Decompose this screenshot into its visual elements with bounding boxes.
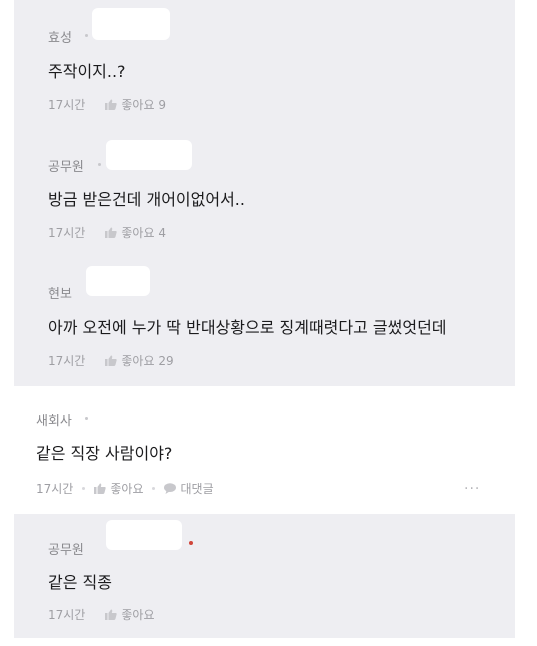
comment-text: 같은 직장 사람이야? [36, 444, 173, 463]
comment-meta: 17시간 좋아요 29 [48, 352, 174, 369]
like-button[interactable]: 좋아요 [105, 606, 154, 623]
redacted-name-mask [86, 266, 150, 296]
thumbs-up-icon [105, 355, 118, 366]
comment-meta: 17시간 좋아요 4 [48, 224, 166, 241]
comment-meta: 17시간 좋아요 9 [48, 96, 166, 113]
comment-text: 같은 직종 [48, 573, 112, 592]
timestamp: 17시간 [48, 608, 86, 622]
like-button[interactable]: 좋아요 [94, 480, 143, 497]
comment-author[interactable]: 공무원 [48, 539, 84, 558]
like-label: 좋아요 [121, 608, 155, 622]
comment-author[interactable]: 현보 [48, 283, 72, 302]
thumbs-up-icon [105, 609, 118, 620]
like-button[interactable]: 좋아요 4 [105, 224, 166, 241]
separator-dot [98, 163, 101, 166]
like-label: 좋아요 [110, 482, 144, 496]
redacted-name-mask [92, 8, 170, 40]
author-badge-dot [189, 541, 193, 545]
timestamp: 17시간 [48, 354, 86, 368]
timestamp: 17시간 [48, 98, 86, 112]
comment-meta: 17시간 좋아요 대댓글 [36, 480, 214, 497]
comment-text: 주작이지..? [48, 62, 126, 81]
comment-author[interactable]: 공무원 [48, 156, 84, 175]
like-count: 29 [158, 353, 174, 368]
like-button[interactable]: 좋아요 29 [105, 352, 174, 369]
comment-author[interactable]: 효성 [48, 27, 72, 46]
like-label: 좋아요 [121, 226, 155, 240]
reply-button[interactable]: 대댓글 [164, 480, 214, 497]
redacted-name-mask [106, 140, 192, 170]
comment-text: 방금 받은건데 개어이없어서.. [48, 190, 245, 209]
more-options-icon[interactable]: ··· [464, 481, 480, 497]
separator-dot [82, 487, 86, 490]
like-count: 9 [158, 97, 166, 112]
timestamp: 17시간 [36, 482, 74, 496]
thumbs-up-icon [105, 99, 118, 110]
speech-bubble-icon [164, 483, 177, 494]
separator-dot [85, 417, 88, 420]
thumbs-up-icon [94, 483, 107, 494]
comment-meta: 17시간 좋아요 [48, 606, 154, 623]
reply-label: 대댓글 [180, 482, 214, 496]
separator-dot [85, 34, 88, 37]
timestamp: 17시간 [48, 226, 86, 240]
redacted-name-mask [106, 520, 182, 550]
like-button[interactable]: 좋아요 9 [105, 96, 166, 113]
comment-author[interactable]: 새회사 [36, 410, 72, 429]
like-count: 4 [158, 225, 166, 240]
like-label: 좋아요 [121, 98, 155, 112]
separator-dot [152, 487, 156, 490]
like-label: 좋아요 [121, 354, 155, 368]
comment-text: 아까 오전에 누가 딱 반대상황으로 징계때렷다고 글썼엇던데 [48, 318, 447, 337]
thumbs-up-icon [105, 227, 118, 238]
